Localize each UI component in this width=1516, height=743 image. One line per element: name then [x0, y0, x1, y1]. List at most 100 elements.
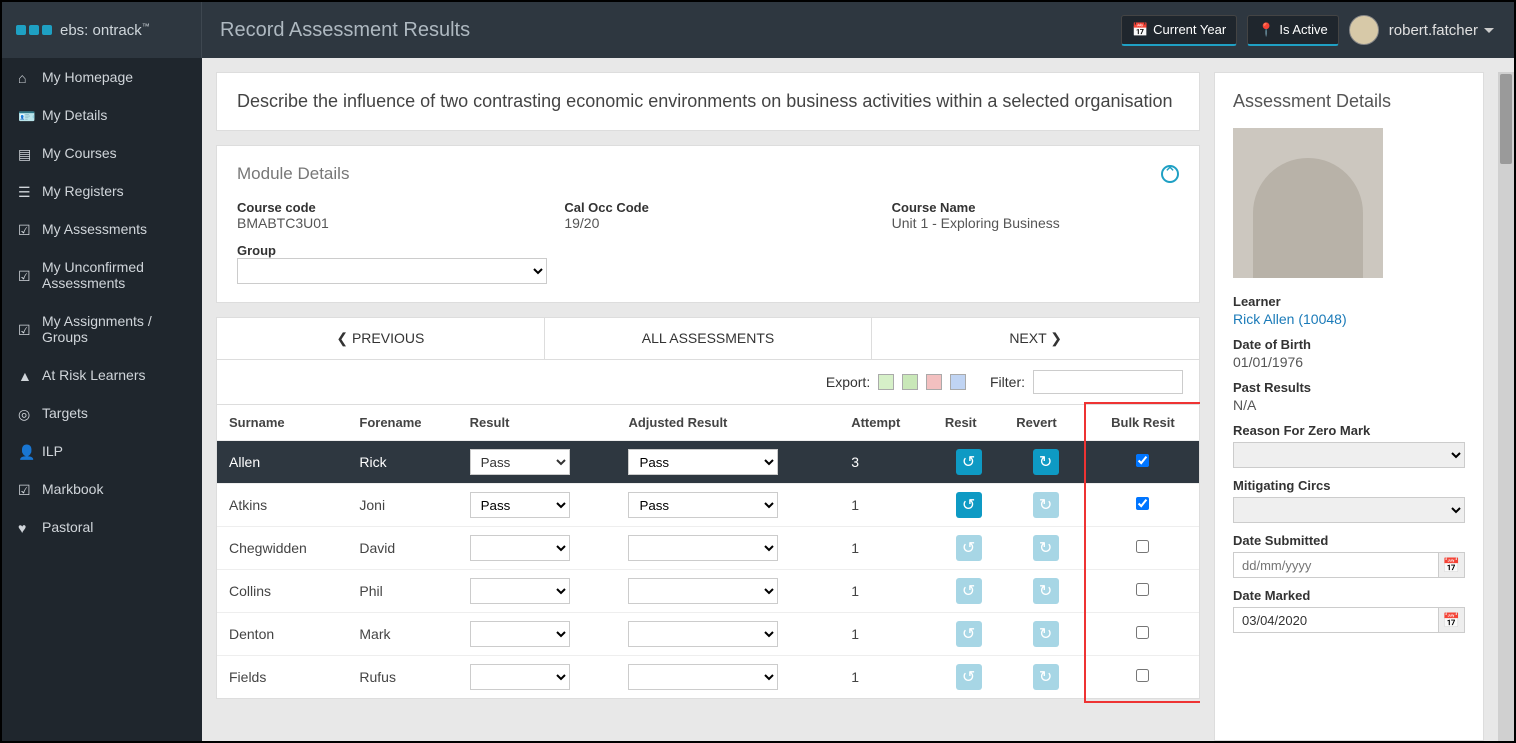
sidebar-item-targets[interactable]: ◎Targets — [2, 394, 202, 432]
course-code-value: BMABTC3U01 — [237, 215, 524, 231]
resit-button[interactable]: ↺ — [956, 621, 982, 647]
revert-button[interactable]: ↻ — [1033, 535, 1059, 561]
revert-button[interactable]: ↻ — [1033, 492, 1059, 518]
table-row[interactable]: Collins Phil 1 ↺ ↻ — [217, 570, 1199, 613]
filter-input[interactable] — [1033, 370, 1183, 394]
adjusted-select[interactable]: Pass — [628, 492, 778, 518]
sidebar: ⌂My Homepage 🪪My Details ▤My Courses ☰My… — [2, 58, 202, 741]
learner-link[interactable]: Rick Allen (10048) — [1233, 311, 1465, 327]
result-select[interactable] — [470, 621, 570, 647]
export-doc-icon[interactable] — [950, 374, 966, 390]
current-year-button[interactable]: 📅 Current Year — [1121, 15, 1237, 46]
sidebar-item-assignments[interactable]: ☑My Assignments / Groups — [2, 302, 202, 356]
logo: ebs: ontrack™ — [2, 2, 202, 58]
sidebar-item-markbook[interactable]: ☑Markbook — [2, 470, 202, 508]
bulk-resit-checkbox[interactable] — [1136, 454, 1149, 467]
assessment-description: Describe the influence of two contrastin… — [237, 91, 1179, 112]
cell-forename: Phil — [347, 570, 457, 613]
result-select[interactable] — [470, 535, 570, 561]
date-submitted-input[interactable] — [1233, 552, 1439, 578]
calendar-icon: 📅 — [1132, 22, 1148, 38]
revert-icon: ↻ — [1039, 452, 1052, 472]
mitigating-select[interactable] — [1233, 497, 1465, 523]
avatar[interactable] — [1349, 15, 1379, 45]
table-row[interactable]: Allen Rick Pass Pass 3 ↺ ↻ — [217, 441, 1199, 484]
sidebar-item-atrisk[interactable]: ▲At Risk Learners — [2, 356, 202, 394]
previous-button[interactable]: ❮ PREVIOUS — [217, 318, 545, 359]
list-icon: ☰ — [18, 184, 32, 198]
table-row[interactable]: Chegwidden David 1 ↺ ↻ — [217, 527, 1199, 570]
adjusted-select[interactable] — [628, 578, 778, 604]
sidebar-item-pastoral[interactable]: ♥Pastoral — [2, 508, 202, 546]
course-name-label: Course Name — [892, 200, 1179, 215]
sidebar-item-homepage[interactable]: ⌂My Homepage — [2, 58, 202, 96]
date-marked-input[interactable] — [1233, 607, 1439, 633]
col-attempt[interactable]: Attempt — [839, 405, 933, 441]
bulk-resit-checkbox[interactable] — [1136, 626, 1149, 639]
table-row[interactable]: Fields Rufus 1 ↺ ↻ — [217, 656, 1199, 699]
sidebar-item-registers[interactable]: ☰My Registers — [2, 172, 202, 210]
revert-button[interactable]: ↻ — [1033, 664, 1059, 690]
reason-label: Reason For Zero Mark — [1233, 423, 1465, 438]
revert-button[interactable]: ↻ — [1033, 578, 1059, 604]
bulk-resit-checkbox[interactable] — [1136, 540, 1149, 553]
heart-icon: ♥ — [18, 520, 32, 534]
col-bulk-resit[interactable]: Bulk Resit — [1087, 405, 1199, 441]
revert-button[interactable]: ↻ — [1033, 449, 1059, 475]
col-resit[interactable]: Resit — [933, 405, 1004, 441]
bulk-resit-checkbox[interactable] — [1136, 669, 1149, 682]
result-select[interactable]: Pass — [470, 449, 570, 475]
bulk-resit-checkbox[interactable] — [1136, 583, 1149, 596]
resit-button[interactable]: ↺ — [956, 664, 982, 690]
bulk-resit-checkbox[interactable] — [1136, 497, 1149, 510]
sidebar-item-courses[interactable]: ▤My Courses — [2, 134, 202, 172]
result-select[interactable] — [470, 578, 570, 604]
col-adjusted[interactable]: Adjusted Result — [616, 405, 839, 441]
col-surname[interactable]: Surname — [217, 405, 347, 441]
user-menu[interactable]: robert.fatcher — [1389, 22, 1494, 39]
cell-attempt: 1 — [839, 527, 933, 570]
resit-button[interactable]: ↺ — [956, 535, 982, 561]
all-assessments-button[interactable]: ALL ASSESSMENTS — [545, 318, 873, 359]
learner-label: Learner — [1233, 294, 1465, 309]
table-row[interactable]: Atkins Joni Pass Pass 1 ↺ ↻ — [217, 484, 1199, 527]
group-select[interactable] — [237, 258, 547, 284]
export-csv-icon[interactable] — [902, 374, 918, 390]
resit-button[interactable]: ↺ — [956, 578, 982, 604]
is-active-button[interactable]: 📍 Is Active — [1247, 15, 1339, 46]
undo-icon: ↺ — [962, 667, 975, 687]
sidebar-item-ilp[interactable]: 👤ILP — [2, 432, 202, 470]
resit-button[interactable]: ↺ — [956, 449, 982, 475]
table-row[interactable]: Denton Mark 1 ↺ ↻ — [217, 613, 1199, 656]
col-result[interactable]: Result — [458, 405, 617, 441]
adjusted-select[interactable] — [628, 621, 778, 647]
result-select[interactable] — [470, 664, 570, 690]
target-icon: ◎ — [18, 406, 32, 420]
description-panel: Describe the influence of two contrastin… — [216, 72, 1200, 131]
warning-icon: ▲ — [18, 368, 32, 382]
adjusted-select[interactable] — [628, 535, 778, 561]
sidebar-item-details[interactable]: 🪪My Details — [2, 96, 202, 134]
col-revert[interactable]: Revert — [1004, 405, 1087, 441]
undo-icon: ↺ — [962, 581, 975, 601]
resit-button[interactable]: ↺ — [956, 492, 982, 518]
course-code-label: Course code — [237, 200, 524, 215]
col-forename[interactable]: Forename — [347, 405, 457, 441]
calendar-icon[interactable]: 📅 — [1439, 552, 1465, 578]
reason-select[interactable] — [1233, 442, 1465, 468]
export-pdf-icon[interactable] — [926, 374, 942, 390]
calendar-icon[interactable]: 📅 — [1439, 607, 1465, 633]
sidebar-item-unconfirmed[interactable]: ☑My Unconfirmed Assessments — [2, 248, 202, 302]
export-xls-icon[interactable] — [878, 374, 894, 390]
next-button[interactable]: NEXT ❯ — [872, 318, 1199, 359]
chevron-down-icon — [1484, 28, 1494, 33]
collapse-icon[interactable]: ⌃ — [1161, 165, 1179, 183]
scrollbar[interactable] — [1498, 72, 1514, 741]
sidebar-item-assessments[interactable]: ☑My Assessments — [2, 210, 202, 248]
home-icon: ⌂ — [18, 70, 32, 84]
adjusted-select[interactable] — [628, 664, 778, 690]
adjusted-select[interactable]: Pass — [628, 449, 778, 475]
group-label: Group — [237, 243, 1179, 258]
result-select[interactable]: Pass — [470, 492, 570, 518]
revert-button[interactable]: ↻ — [1033, 621, 1059, 647]
